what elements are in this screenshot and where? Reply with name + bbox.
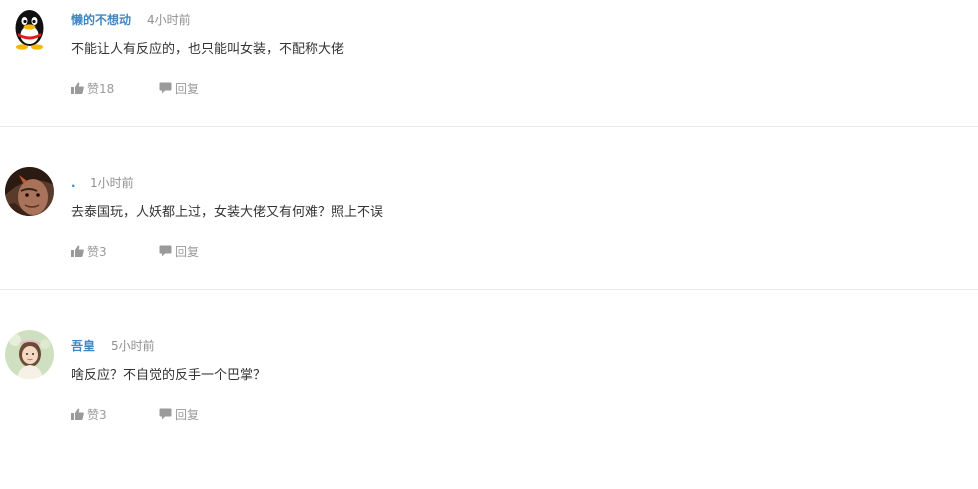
reply-label: 回复 [175, 407, 200, 422]
comment-item: 懒的不想动 4小时前 不能让人有反应的，也只能叫女装，不配称大佬 赞18 回复 [0, 0, 978, 163]
reply-label: 回复 [175, 81, 200, 96]
thumbs-up-icon [71, 245, 84, 257]
comment-item: 吾皇 5小时前 啥反应？不自觉的反手一个巴掌？ 赞3 回复 [0, 326, 978, 489]
divider [0, 126, 978, 127]
like-button[interactable]: 赞3 [71, 243, 107, 259]
like-button[interactable]: 赞3 [71, 406, 107, 422]
avatar[interactable] [5, 167, 54, 216]
timestamp: 4小时前 [147, 13, 191, 27]
reply-button[interactable]: 回复 [159, 80, 199, 96]
like-count: 赞3 [87, 244, 107, 259]
avatar[interactable] [5, 4, 54, 53]
reply-label: 回复 [175, 244, 200, 259]
like-count: 赞18 [87, 81, 115, 96]
timestamp: 5小时前 [111, 339, 155, 353]
speech-bubble-icon [159, 245, 172, 257]
timestamp: 1小时前 [90, 176, 134, 190]
comment-text: 啥反应？不自觉的反手一个巴掌？ [71, 368, 267, 383]
avatar[interactable] [5, 330, 54, 379]
username[interactable]: 吾皇 [71, 339, 95, 353]
thumbs-up-icon [71, 82, 84, 94]
speech-bubble-icon [159, 82, 172, 94]
penguin-avatar-icon [5, 4, 54, 53]
reply-button[interactable]: 回复 [159, 406, 199, 422]
divider [0, 289, 978, 290]
username[interactable]: . [71, 176, 76, 190]
username[interactable]: 懒的不想动 [71, 13, 131, 27]
girl-avatar-icon [5, 330, 54, 379]
like-button[interactable]: 赞18 [71, 80, 114, 96]
speech-bubble-icon [159, 408, 172, 420]
comment-item: . 1小时前 去泰国玩，人妖都上过，女装大佬又有何难？照上不误 赞3 回复 [0, 163, 978, 326]
thumbs-up-icon [71, 408, 84, 420]
comment-text: 去泰国玩，人妖都上过，女装大佬又有何难？照上不误 [71, 205, 384, 220]
comment-text: 不能让人有反应的，也只能叫女装，不配称大佬 [71, 42, 345, 57]
warrior-avatar-icon [5, 167, 54, 216]
like-count: 赞3 [87, 407, 107, 422]
reply-button[interactable]: 回复 [159, 243, 199, 259]
